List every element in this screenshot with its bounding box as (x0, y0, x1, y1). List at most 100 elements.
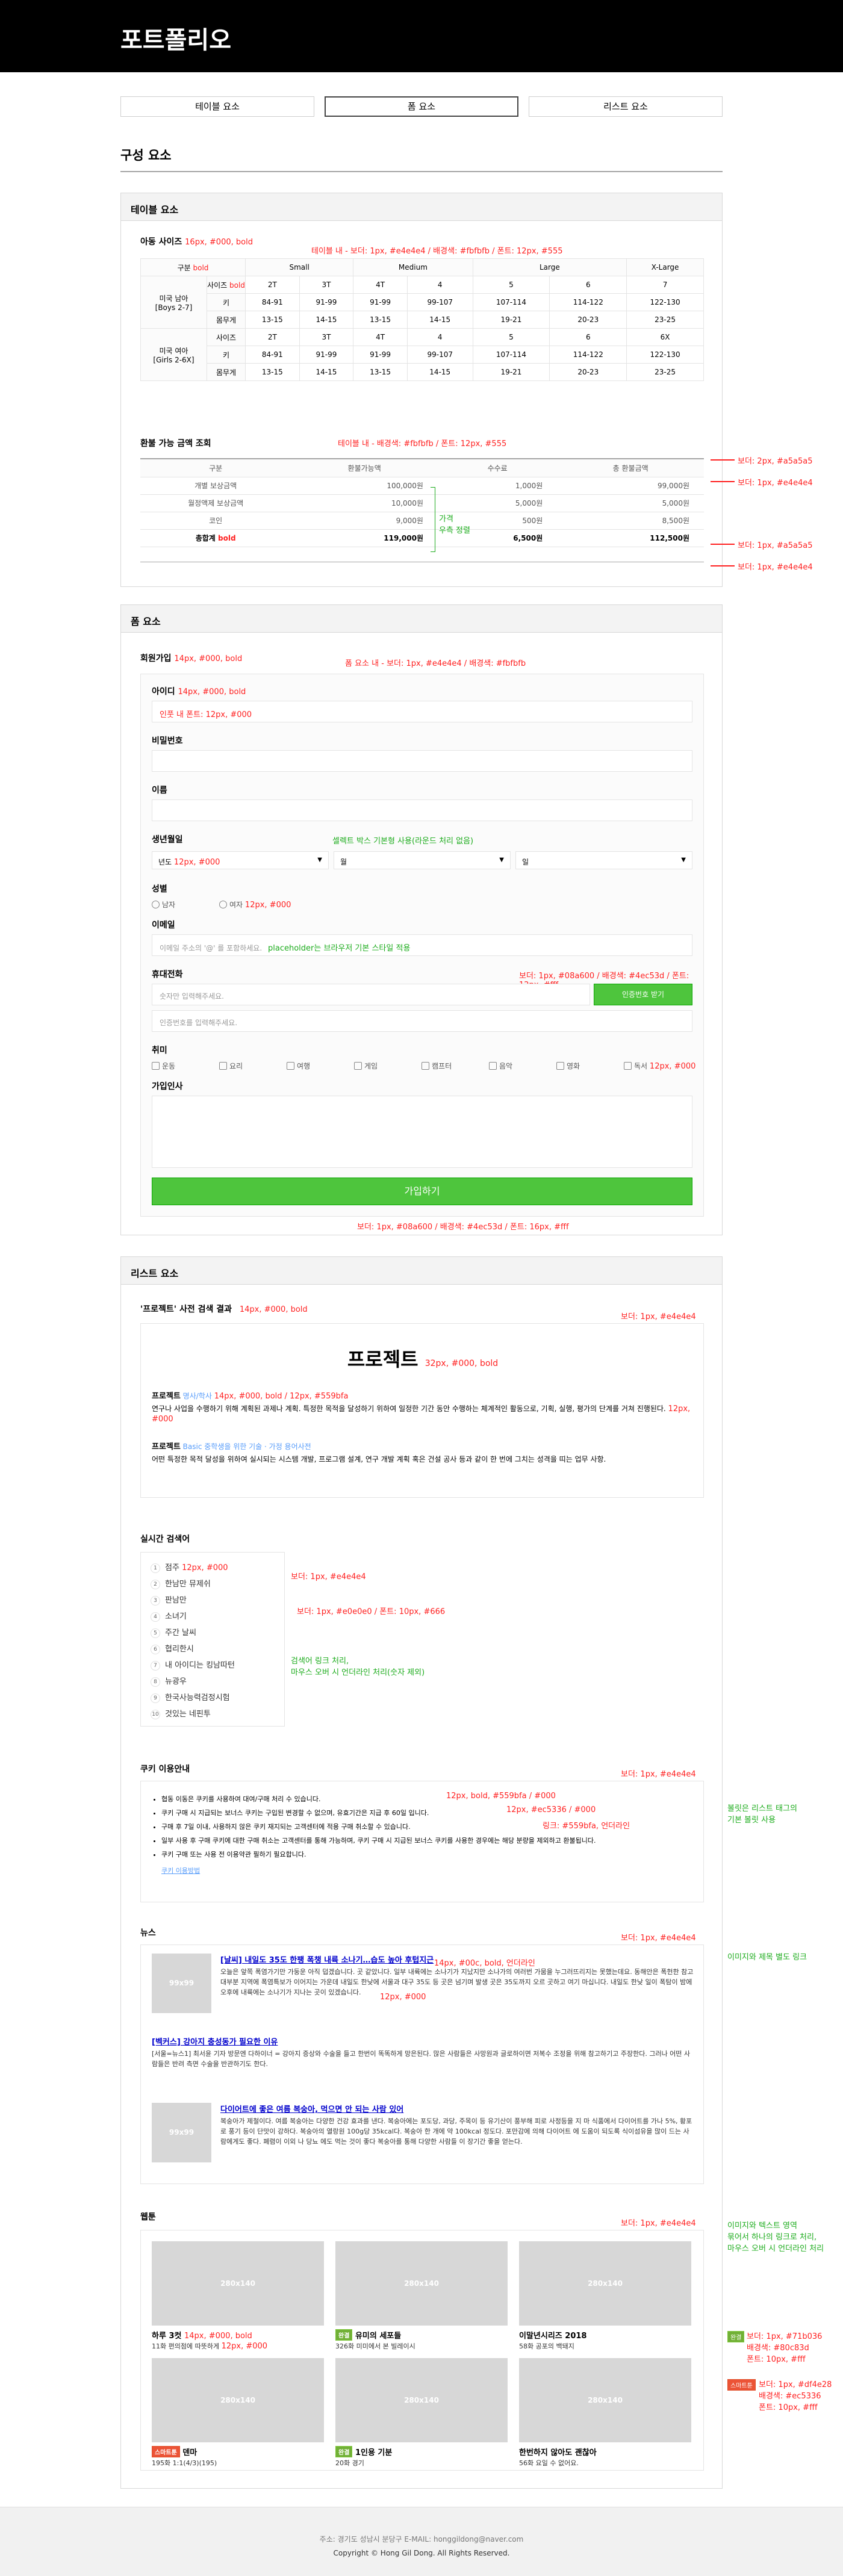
table-cell: 4 (406, 328, 473, 346)
table-row: 키 84-91 91-99 91-99 99-107 107-114 114-122 122-… (141, 346, 704, 364)
annotation: 셀렉트 박스 기본형 사용(라운드 처리 없음) (332, 837, 474, 846)
hobby-checkbox[interactable]: 캠프터 (421, 1061, 452, 1071)
gender-female-radio[interactable]: 여자 12px, #000 (219, 899, 291, 910)
webtoon-title: 웹툰 (140, 2212, 156, 2222)
table-cell: 122-130 (626, 346, 704, 364)
annotation: 스마트툰 (727, 2379, 756, 2391)
signup-submit-button[interactable]: 가입하기 (152, 1178, 692, 1205)
id-input[interactable]: 인풋 내 폰트: 12px, #000 (152, 701, 692, 722)
auth-code-input[interactable]: 인증번호를 입력해주세요. (152, 1010, 692, 1032)
entry-body: 어떤 특정한 목적 달성을 위하여 실시되는 시스템 개발, 프로그램 설계, … (152, 1455, 606, 1463)
entry-title: 프로젝트 (152, 1442, 181, 1451)
annotation: 12px, #ec5336 / #000 (506, 1805, 596, 1814)
cookie-box: 협동 이동은 쿠키를 사용하여 대여/구매 처리 수 있습니다.쿠키 구매 시 … (140, 1781, 704, 1902)
news-thumbnail[interactable]: 99x99 (152, 1954, 211, 2013)
realtime-keyword-link[interactable]: 8 뉴광우 (151, 1675, 187, 1687)
table-row-header: 몸무게 (207, 363, 246, 381)
realtime-keyword-link[interactable]: 1 점주 12px, #000 (151, 1561, 228, 1573)
arrow (711, 459, 735, 461)
cookie-list-item: 쿠키 구매 시 지급되는 보너스 쿠키는 구입된 변경할 수 없으며, 유효기간… (161, 1806, 691, 1820)
hobby-checkbox[interactable]: 음악 (489, 1061, 512, 1071)
news-thumbnail[interactable]: 99x99 (152, 2103, 211, 2162)
chevron-down-icon: ▼ (499, 857, 504, 863)
realtime-keyword-link[interactable]: 4 소녀기 (151, 1610, 187, 1622)
table-cell: 122-130 (626, 293, 704, 311)
hobby-checkbox[interactable]: 영화 (556, 1061, 580, 1071)
entry-category: 명사/학사 (182, 1392, 212, 1400)
email-input[interactable]: 이메일 주소의 '@' 를 포함하세요. placeholder는 브라우저 기… (152, 934, 692, 956)
table-cell: 107-114 (472, 293, 550, 311)
webtoon-card[interactable]: 280x140 이말년시리즈 2018 58화 공포의 백돼지 (519, 2241, 691, 2353)
table-row: 미국 남아 [Boys 2-7] 사이즈 bold 2T 3T 4T 4 5 6 7 (140, 276, 704, 329)
realtime-keyword-link[interactable]: 7내 아이디는 킹남따턴 (151, 1659, 235, 1671)
size-table: 구분 bold Small Medium Large X-Large 미국 남아 [Boy… (140, 258, 704, 381)
table-cell: 7 (626, 276, 704, 294)
gender-male-radio[interactable]: 남자 (152, 899, 175, 910)
site-title[interactable]: 포트폴리오 (120, 20, 231, 55)
greeting-textarea[interactable] (152, 1096, 692, 1168)
arrow (711, 544, 735, 545)
hobby-checkbox[interactable]: 게임 (354, 1061, 378, 1071)
table-cell: 114-122 (549, 346, 627, 364)
list-panel: 리스트 요소 '프로젝트' 사전 검색 결과 14px, #000, bold … (120, 1256, 723, 2489)
tab-list[interactable]: 리스트 요소 (529, 96, 723, 117)
cookie-more-link[interactable]: 쿠키 이용방법 (161, 1866, 200, 1875)
annotation: 12px, bold, #559bfa / #000 (446, 1792, 556, 1801)
year-select[interactable]: 년도 12px, #000 ▼ (152, 851, 329, 869)
webtoon-thumbnail: 280x140 (152, 2241, 324, 2326)
webtoon-card[interactable]: 280x140 한번하지 않아도 괜찮아 56화 요일 수 없어요. (519, 2358, 691, 2470)
table-cell: 5 (472, 328, 550, 346)
complete-badge: 완결 (335, 2329, 353, 2341)
webtoon-title: 완결 유미의 세포들 (335, 2329, 508, 2341)
webtoon-card[interactable]: 280x140 스마트툰 덴마 195화 1:1(4/3)(195) (152, 2358, 324, 2470)
table-cell: 107-114 (472, 346, 550, 364)
hobby-checkbox[interactable]: 운동 (152, 1061, 175, 1071)
entry-title: 프로젝트 (152, 1392, 181, 1401)
realtime-keyword-link[interactable]: 10 것있는 네핀투 (151, 1707, 211, 1719)
table-row: 키 84-91 91-99 91-99 99-107 107-114 114-122 122-… (141, 293, 704, 311)
email-label: 이메일 (152, 920, 175, 930)
webtoon-title: 완결 1인용 기분 (335, 2446, 508, 2457)
table-cell: 13-15 (353, 363, 408, 381)
rank-number: 3 (151, 1596, 160, 1606)
hobby-checkbox[interactable]: 요리 (219, 1061, 243, 1071)
day-select[interactable]: 일 ▼ (515, 851, 692, 869)
smarttoon-badge: 스마트툰 (152, 2446, 180, 2457)
rank-number: 9 (151, 1693, 160, 1703)
annotation: 보더: 1px, #71b036 배경색: #80c83d 폰트: 10px, … (747, 2332, 823, 2364)
list-panel-title: 리스트 요소 (121, 1257, 722, 1285)
size-title: 아동 사이즈 16px, #000, bold (140, 237, 253, 247)
realtime-keyword-link[interactable]: 5 주간 날씨 (151, 1626, 196, 1638)
hobby-checkbox[interactable]: 여행 (287, 1061, 310, 1071)
realtime-keyword-link[interactable]: 3 판남만 (151, 1594, 187, 1606)
greeting-label: 가입인사 (152, 1082, 183, 1091)
tab-form[interactable]: 폼 요소 (325, 96, 518, 117)
name-input[interactable] (152, 799, 692, 821)
realtime-keyword-link[interactable]: 9 한국사능력검정시험 (151, 1691, 230, 1703)
auth-code-button[interactable]: 인증번호 받기 (594, 984, 692, 1005)
annotation: 보더: 1px, #e4e4e4 (621, 1934, 696, 1943)
rank-number: 8 (151, 1677, 160, 1687)
news-title-link[interactable]: [벡커스] 강아지 충성동가 필요한 이유 (152, 2035, 694, 2047)
table-header-cell: 총 환불금액 (557, 459, 704, 477)
hobby-label: 취미 (152, 1046, 167, 1055)
dict-word: 프로젝트 32px, #000, bold (347, 1348, 499, 1371)
table-cell: 99,000원 (557, 477, 704, 495)
tab-table[interactable]: 테이블 요소 (120, 96, 314, 117)
news-title-link[interactable]: 다이어트에 좋은 여름 복숭아, 먹으면 안 되는 사람 있어 (220, 2103, 694, 2114)
realtime-keyword-link[interactable]: 2 한남만 뮤제쉬 (151, 1577, 211, 1589)
annotation: 가격 우측 정렬 (439, 515, 470, 535)
webtoon-thumbnail: 280x140 (519, 2241, 691, 2326)
webtoon-card[interactable]: 280x140 완결 1인용 기분 20화 경기 (335, 2358, 508, 2470)
table-cell: 3T (299, 276, 354, 294)
realtime-keyword-link[interactable]: 6 협리한시 (151, 1642, 194, 1654)
month-select[interactable]: 월 ▼ (334, 851, 511, 869)
webtoon-card[interactable]: 280x140 하루 3컷 14px, #000, bold 11화 편의점에 따뜻… (152, 2241, 324, 2353)
phone-input[interactable]: 숫자만 입력해주세요. (152, 984, 590, 1005)
table-group-cell: 미국 남아 [Boys 2-7] (140, 276, 207, 329)
password-input[interactable] (152, 750, 692, 772)
news-summary: 복숭아가 제철이다. 여름 복숭아는 다양한 건강 효과를 낸다. 복숭아에는 … (220, 2117, 692, 2146)
webtoon-card[interactable]: 280x140 완결 유미의 세포들 326화 미미에서 본 빌레이시 (335, 2241, 508, 2353)
table-cell: 13-15 (245, 363, 300, 381)
hobby-checkbox[interactable]: 독서 12px, #000 (624, 1061, 695, 1071)
